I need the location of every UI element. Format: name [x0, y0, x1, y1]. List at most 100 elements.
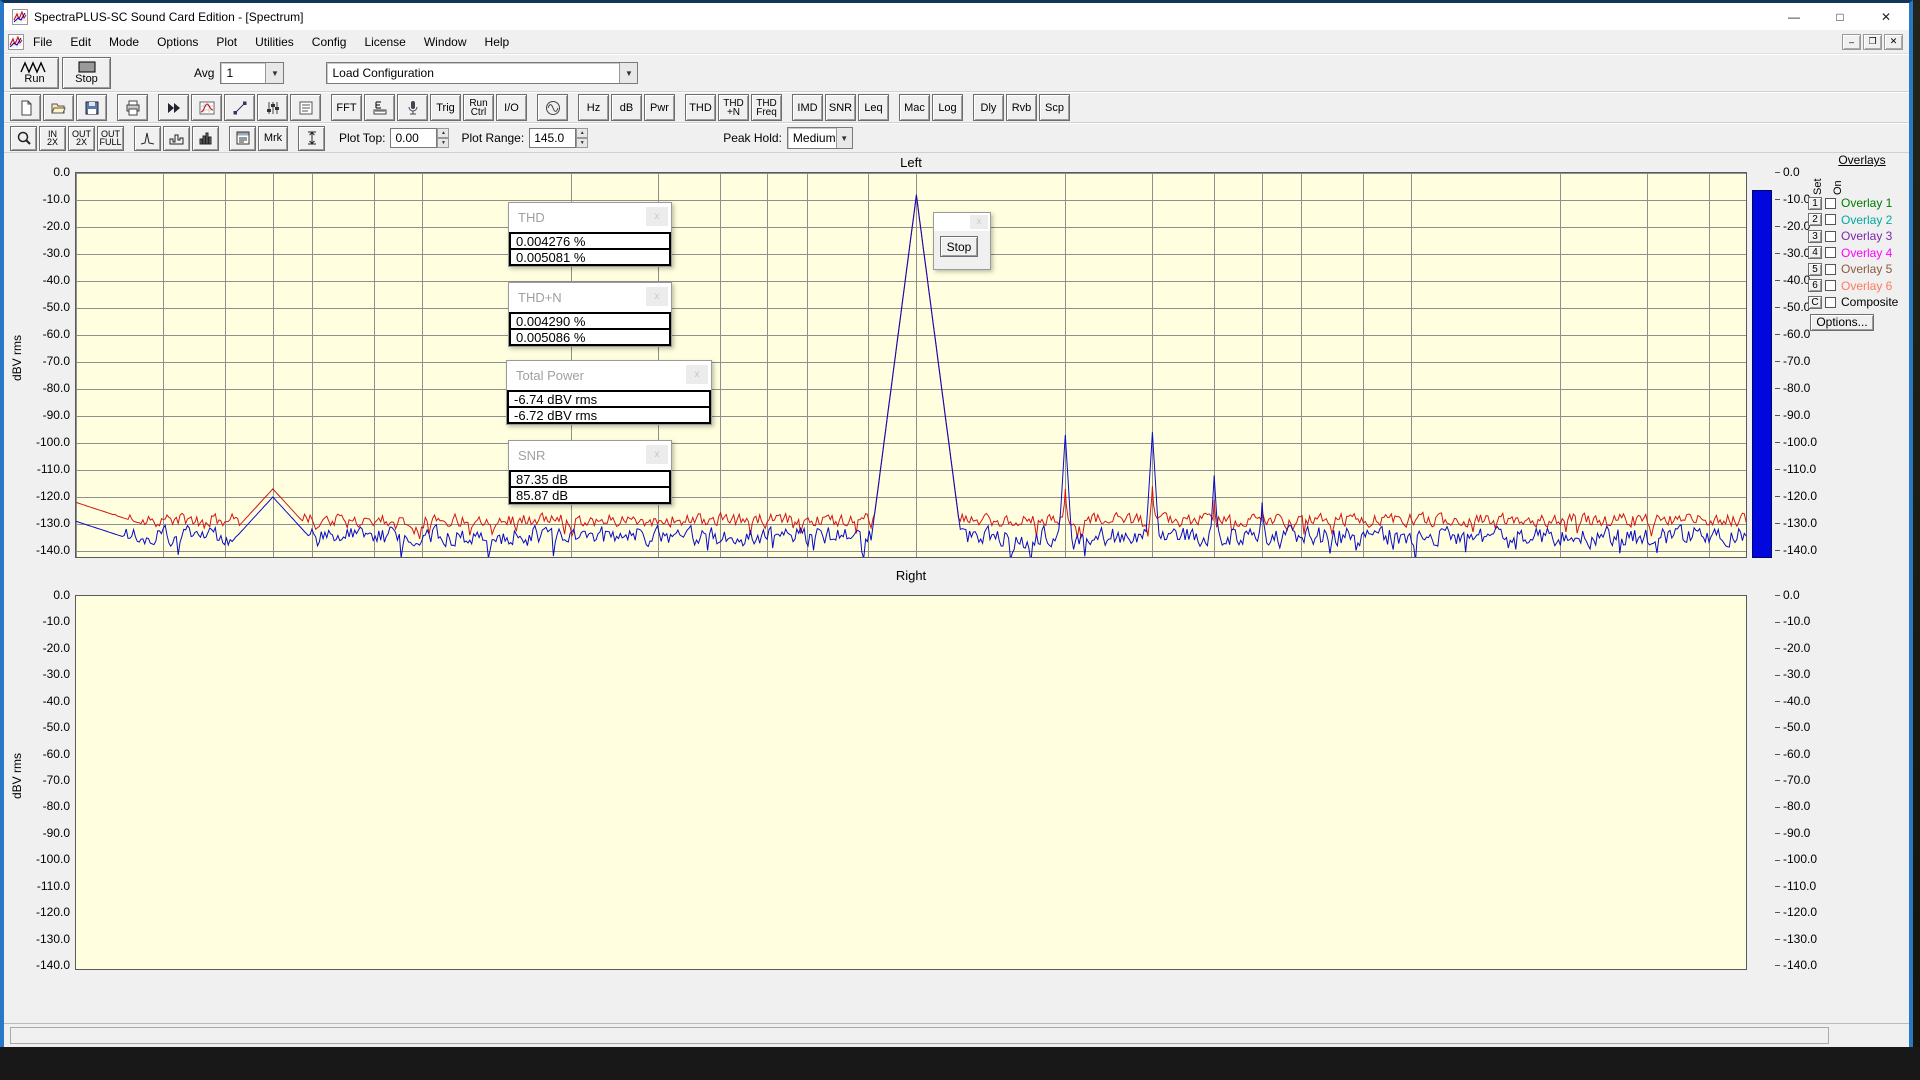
- close-icon[interactable]: x: [686, 365, 708, 384]
- run-button[interactable]: Run: [10, 57, 59, 89]
- stop-acquisition-button[interactable]: Stop: [940, 236, 978, 257]
- overlays-options-button[interactable]: Options...: [1810, 314, 1874, 331]
- thdn-window-titlebar[interactable]: THD+N x: [509, 283, 671, 312]
- toolbar-button-microphone[interactable]: [397, 94, 428, 121]
- stop-control-window[interactable]: x Stop: [933, 212, 991, 270]
- toolbar-button-vertical-scale[interactable]: [298, 126, 325, 151]
- maximize-button[interactable]: □: [1817, 3, 1863, 30]
- toolbar-button-log[interactable]: Log: [932, 94, 963, 121]
- menu-mode[interactable]: Mode: [100, 32, 148, 52]
- menu-file[interactable]: File: [24, 32, 61, 52]
- overlay-set-button-3[interactable]: 3: [1808, 230, 1822, 243]
- thdn-window[interactable]: THD+N x 0.004290 % 0.005086 %: [508, 282, 672, 347]
- toolbar-button-marker[interactable]: Mrk: [258, 126, 288, 151]
- spectrum-plot-right[interactable]: [75, 595, 1747, 970]
- overlay-on-checkbox-c[interactable]: [1825, 297, 1836, 308]
- toolbar-button-thd-+n[interactable]: THD+N: [718, 94, 749, 121]
- mdi-close-button[interactable]: ✕: [1884, 34, 1903, 50]
- toolbar-button-mixer[interactable]: [257, 94, 288, 121]
- menu-config[interactable]: Config: [303, 32, 356, 52]
- overlay-on-checkbox-3[interactable]: [1825, 231, 1836, 242]
- toolbar-button-scp[interactable]: Scp: [1039, 94, 1070, 121]
- snr-window[interactable]: SNR x 87.35 dB 85.87 dB: [508, 440, 672, 505]
- toolbar-button-print[interactable]: [117, 94, 148, 121]
- snr-window-titlebar[interactable]: SNR x: [509, 441, 671, 470]
- toolbar-button-zoom-in-2x[interactable]: IN2X: [39, 126, 66, 151]
- toolbar-button-signal-generator[interactable]: [537, 94, 568, 121]
- toolbar-button-thd[interactable]: THD: [685, 94, 716, 121]
- menu-help[interactable]: Help: [476, 32, 519, 52]
- toolbar-button-db[interactable]: dB: [611, 94, 642, 121]
- avg-select[interactable]: 1 ▼: [220, 62, 284, 84]
- toolbar-button-magnifier[interactable]: [10, 126, 37, 151]
- toolbar-button-zoom-out-2x[interactable]: OUT2X: [68, 126, 95, 151]
- plot-top-input[interactable]: [390, 128, 437, 148]
- plot-range-input[interactable]: [529, 128, 576, 148]
- toolbar-button-snr[interactable]: SNR: [825, 94, 856, 121]
- toolbar-button-fft[interactable]: FFT: [331, 94, 362, 121]
- spectrum-plot-left[interactable]: [75, 172, 1747, 558]
- toolbar-button-bars-outline[interactable]: [163, 126, 190, 151]
- toolbar-button-thd-freq[interactable]: THDFreq: [751, 94, 782, 121]
- overlay-set-button-c[interactable]: C: [1808, 296, 1822, 309]
- toolbar-button-open-folder[interactable]: [43, 94, 74, 121]
- close-icon[interactable]: x: [646, 445, 668, 464]
- toolbar-button-new-document[interactable]: [10, 94, 41, 121]
- configuration-select[interactable]: Load Configuration ▼: [326, 62, 638, 84]
- chevron-down-icon[interactable]: ▼: [619, 63, 637, 83]
- toolbar-button-i/o[interactable]: I/O: [496, 94, 527, 121]
- overlay-set-button-1[interactable]: 1: [1808, 197, 1822, 210]
- toolbar-button-save[interactable]: [76, 94, 107, 121]
- overlay-set-button-5[interactable]: 5: [1808, 263, 1822, 276]
- minimize-button[interactable]: —: [1771, 3, 1817, 30]
- overlay-set-button-4[interactable]: 4: [1808, 246, 1822, 259]
- overlay-on-checkbox-2[interactable]: [1825, 214, 1836, 225]
- mdi-minimize-button[interactable]: –: [1842, 34, 1861, 50]
- toolbar-button-rvb[interactable]: Rvb: [1006, 94, 1037, 121]
- toolbar-button-run-ctrl[interactable]: RunCtrl: [463, 94, 494, 121]
- stop-button[interactable]: Stop: [62, 57, 111, 89]
- thd-window[interactable]: THD x 0.004276 % 0.005081 %: [508, 202, 672, 267]
- overlay-set-button-2[interactable]: 2: [1808, 213, 1822, 226]
- total-power-window-titlebar[interactable]: Total Power x: [507, 361, 711, 390]
- toolbar-button-imd[interactable]: IMD: [792, 94, 823, 121]
- toolbar-button-histogram[interactable]: [192, 126, 219, 151]
- thd-window-titlebar[interactable]: THD x: [509, 203, 671, 232]
- total-power-window[interactable]: Total Power x -6.74 dBV rms -6.72 dBV rm…: [506, 360, 712, 425]
- toolbar-button-leq[interactable]: Leq: [858, 94, 889, 121]
- overlay-on-checkbox-6[interactable]: [1825, 280, 1836, 291]
- menu-window[interactable]: Window: [415, 32, 476, 52]
- toolbar-button-hz[interactable]: Hz: [578, 94, 609, 121]
- toolbar-button-mac[interactable]: Mac: [899, 94, 930, 121]
- toolbar-button-plot-settings[interactable]: [191, 94, 222, 121]
- plot-top-spinner[interactable]: ▲▼: [437, 128, 449, 148]
- menu-edit[interactable]: Edit: [61, 32, 100, 52]
- mdi-system-icon[interactable]: [8, 34, 24, 50]
- overlay-on-checkbox-4[interactable]: [1825, 247, 1836, 258]
- overlay-set-button-6[interactable]: 6: [1808, 279, 1822, 292]
- toolbar-button-trig[interactable]: Trig: [430, 94, 461, 121]
- peak-hold-select[interactable]: Medium ▼: [787, 127, 853, 149]
- chevron-down-icon[interactable]: ▼: [836, 128, 852, 148]
- menu-options[interactable]: Options: [148, 32, 207, 52]
- overlay-on-checkbox-5[interactable]: [1825, 264, 1836, 275]
- close-icon[interactable]: x: [646, 287, 668, 306]
- close-icon[interactable]: x: [646, 207, 668, 226]
- toolbar-button-notes-list[interactable]: [290, 94, 321, 121]
- toolbar-button-spectrum-view[interactable]: [134, 126, 161, 151]
- toolbar-button-options-grid[interactable]: [229, 126, 256, 151]
- plot-range-spinner[interactable]: ▲▼: [576, 128, 588, 148]
- toolbar-button-dly[interactable]: Dly: [973, 94, 1004, 121]
- close-button[interactable]: ✕: [1863, 3, 1909, 30]
- overlay-on-checkbox-1[interactable]: [1825, 198, 1836, 209]
- chevron-down-icon[interactable]: ▼: [265, 63, 283, 83]
- toolbar-button-fast-forward[interactable]: [158, 94, 189, 121]
- toolbar-button-zoom-out-full[interactable]: OUTFULL: [97, 126, 124, 151]
- toolbar-button-scaling[interactable]: [224, 94, 255, 121]
- close-icon[interactable]: x: [970, 215, 988, 229]
- toolbar-button-calibration-ruler[interactable]: [364, 94, 395, 121]
- menu-utilities[interactable]: Utilities: [246, 32, 303, 52]
- toolbar-button-pwr[interactable]: Pwr: [644, 94, 675, 121]
- stop-window-titlebar[interactable]: x: [934, 213, 990, 231]
- mdi-restore-button[interactable]: ❐: [1863, 34, 1882, 50]
